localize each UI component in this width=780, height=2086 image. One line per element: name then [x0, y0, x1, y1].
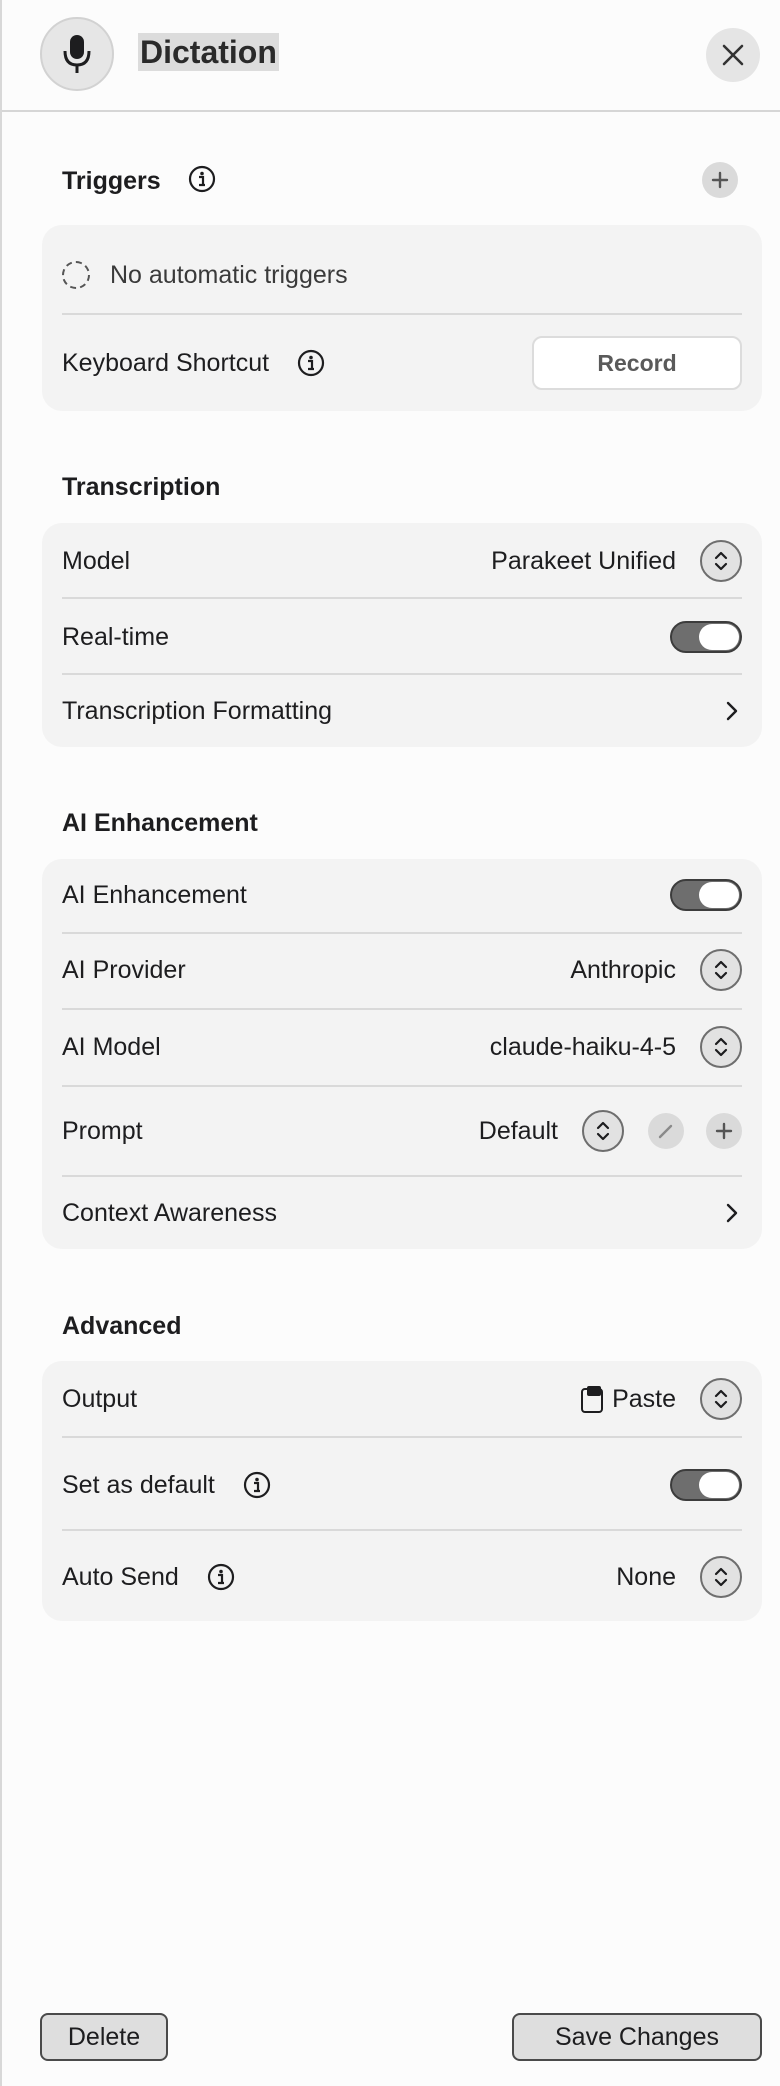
ai-enhancement-toggle[interactable]	[670, 879, 742, 911]
realtime-toggle[interactable]	[670, 621, 742, 653]
prompt-stepper[interactable]	[582, 1110, 624, 1152]
auto-send-label: Auto Send	[62, 1562, 179, 1591]
up-down-chevron-icon	[596, 1121, 610, 1141]
info-icon[interactable]	[243, 1471, 271, 1499]
dashed-circle-icon	[62, 261, 90, 289]
prompt-label: Prompt	[62, 1116, 143, 1145]
record-shortcut-button[interactable]: Record	[532, 336, 742, 390]
dictation-window: Dictation Triggers No automatic triggers…	[0, 0, 780, 2086]
transcription-formatting-row[interactable]: Transcription Formatting	[62, 683, 742, 739]
ai-model-stepper[interactable]	[700, 1026, 742, 1068]
ai-provider-value[interactable]: Anthropic	[570, 956, 676, 985]
keyboard-shortcut-row: Keyboard Shortcut Record	[62, 335, 742, 391]
divider	[62, 1008, 742, 1010]
microphone-icon	[40, 17, 114, 91]
transcription-section-title: Transcription	[62, 473, 221, 501]
output-value[interactable]: Paste	[612, 1385, 676, 1414]
ai-enhancement-row: AI Enhancement	[62, 867, 742, 923]
chevron-right-icon[interactable]	[722, 1199, 742, 1227]
triggers-title-text: Triggers	[62, 167, 161, 195]
prompt-value[interactable]: Default	[479, 1117, 558, 1146]
window-header: Dictation	[2, 0, 780, 112]
model-row: Model Parakeet Unified	[62, 533, 742, 589]
output-label: Output	[62, 1384, 138, 1413]
advanced-section-title: Advanced	[62, 1312, 182, 1340]
realtime-row: Real-time	[62, 609, 742, 665]
prompt-row: Prompt Default	[62, 1103, 742, 1159]
set-default-label: Set as default	[62, 1470, 215, 1499]
close-icon	[722, 44, 744, 66]
output-row: Output Paste	[62, 1371, 742, 1427]
up-down-chevron-icon	[714, 960, 728, 980]
triggers-card: No automatic triggers Keyboard Shortcut …	[42, 225, 762, 411]
toggle-knob	[699, 624, 739, 650]
context-awareness-label: Context Awareness	[62, 1198, 277, 1227]
edit-prompt-button[interactable]	[648, 1113, 684, 1149]
pencil-icon	[658, 1124, 673, 1139]
divider	[62, 313, 742, 315]
model-stepper[interactable]	[700, 540, 742, 582]
plus-icon	[715, 1122, 733, 1140]
ai-model-label: AI Model	[62, 1032, 161, 1061]
divider	[62, 597, 742, 599]
divider	[62, 1085, 742, 1087]
auto-send-row: Auto Send None	[62, 1549, 742, 1605]
ai-enhancement-label: AI Enhancement	[62, 880, 247, 909]
ai-section-title: AI Enhancement	[62, 809, 258, 837]
divider	[62, 932, 742, 934]
toggle-knob	[699, 882, 739, 908]
keyboard-shortcut-label: Keyboard Shortcut	[62, 348, 270, 377]
auto-send-stepper[interactable]	[700, 1556, 742, 1598]
add-prompt-button[interactable]	[706, 1113, 742, 1149]
realtime-label: Real-time	[62, 622, 169, 651]
ai-card: AI Enhancement AI Provider Anthropic AI …	[42, 859, 762, 1249]
window-title[interactable]: Dictation	[138, 33, 279, 71]
divider	[62, 1529, 742, 1531]
divider	[62, 1175, 742, 1177]
transcription-formatting-label: Transcription Formatting	[62, 696, 332, 725]
save-changes-button[interactable]: Save Changes	[512, 2013, 762, 2061]
empty-triggers-text: No automatic triggers	[110, 260, 348, 289]
divider	[62, 1436, 742, 1438]
context-awareness-row[interactable]: Context Awareness	[62, 1185, 742, 1241]
ai-provider-row: AI Provider Anthropic	[62, 942, 742, 998]
info-icon[interactable]	[188, 165, 216, 193]
divider	[62, 673, 742, 675]
add-trigger-button[interactable]	[702, 162, 738, 198]
auto-send-value[interactable]: None	[616, 1563, 676, 1592]
clipboard-icon	[580, 1384, 604, 1414]
set-default-row: Set as default	[62, 1457, 742, 1513]
model-label: Model	[62, 546, 131, 575]
toggle-knob	[699, 1472, 739, 1498]
output-stepper[interactable]	[700, 1378, 742, 1420]
transcription-card: Model Parakeet Unified Real-time Transcr…	[42, 523, 762, 747]
close-button[interactable]	[706, 28, 760, 82]
up-down-chevron-icon	[714, 1389, 728, 1409]
triggers-section-title: Triggers	[62, 165, 216, 196]
chevron-right-icon[interactable]	[722, 697, 742, 725]
advanced-card: Output Paste Set as default Auto Send No…	[42, 1361, 762, 1621]
delete-button[interactable]: Delete	[40, 2013, 168, 2061]
ai-provider-label: AI Provider	[62, 955, 186, 984]
up-down-chevron-icon	[714, 1037, 728, 1057]
ai-provider-stepper[interactable]	[700, 949, 742, 991]
info-icon[interactable]	[297, 349, 325, 377]
up-down-chevron-icon	[714, 551, 728, 571]
empty-triggers-row: No automatic triggers	[62, 253, 742, 297]
up-down-chevron-icon	[714, 1567, 728, 1587]
ai-model-value[interactable]: claude-haiku-4-5	[490, 1033, 676, 1062]
plus-icon	[711, 171, 729, 189]
ai-model-row: AI Model claude-haiku-4-5	[62, 1019, 742, 1075]
model-value[interactable]: Parakeet Unified	[491, 547, 676, 576]
info-icon[interactable]	[207, 1563, 235, 1591]
set-default-toggle[interactable]	[670, 1469, 742, 1501]
